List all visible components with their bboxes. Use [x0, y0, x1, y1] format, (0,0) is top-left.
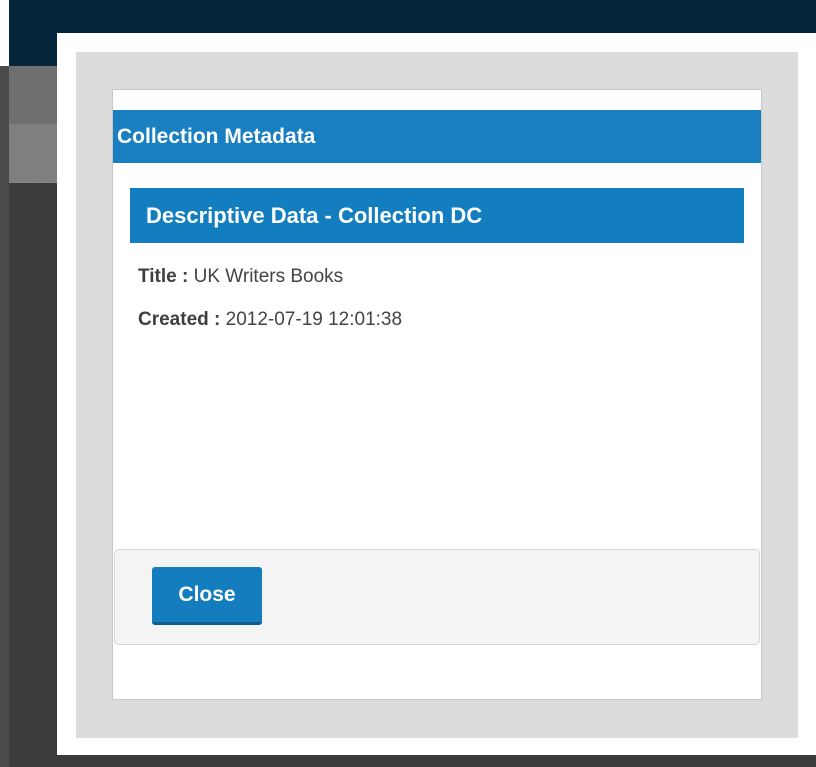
page: Collection Metadata Descriptive Data - C… — [0, 0, 816, 767]
field-title-label: Title — [138, 266, 177, 287]
collection-metadata-dialog: Collection Metadata Descriptive Data - C… — [112, 89, 762, 700]
field-title: Title : UK Writers Books — [138, 266, 343, 288]
dialog-title: Collection Metadata — [113, 110, 761, 163]
field-created: Created : 2012-07-19 12:01:38 — [138, 309, 402, 331]
section-title: Descriptive Data - Collection DC — [130, 188, 744, 243]
field-created-label: Created — [138, 309, 209, 330]
field-created-separator: : — [208, 309, 226, 330]
dialog-footer: Close — [114, 549, 760, 645]
app-left-edge-top — [0, 0, 9, 66]
close-button[interactable]: Close — [152, 567, 262, 625]
app-left-edge — [0, 0, 9, 767]
field-title-value: UK Writers Books — [193, 266, 344, 287]
field-created-value: 2012-07-19 12:01:38 — [225, 309, 403, 330]
field-title-separator: : — [176, 266, 194, 287]
